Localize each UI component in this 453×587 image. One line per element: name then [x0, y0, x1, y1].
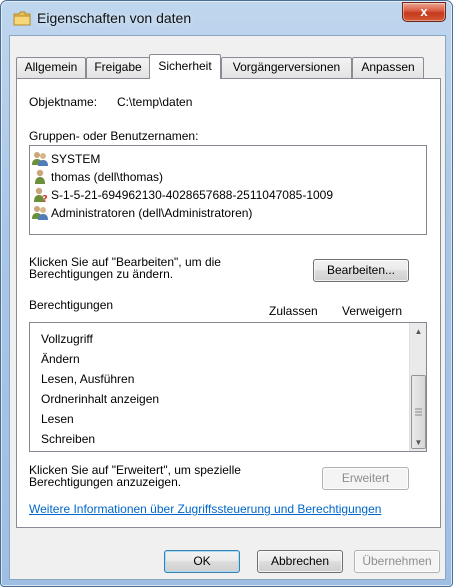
advanced-hint-line2: Berechtigungen anzuzeigen. — [29, 475, 182, 489]
user-name: Administratoren (dell\Administratoren) — [51, 206, 253, 220]
scroll-up-icon[interactable]: ▲ — [410, 323, 427, 340]
permission-row: Ordnerinhalt anzeigen — [41, 392, 160, 406]
cancel-button[interactable]: Abbrechen — [257, 550, 343, 573]
properties-window: Eigenschaften von daten x Allgemein Frei… — [0, 0, 453, 587]
tab-strip: Allgemein Freigabe Sicherheit Vorgängerv… — [16, 54, 441, 79]
tab-anpassen[interactable]: Anpassen — [352, 57, 424, 78]
tab-label: Vorgängerversionen — [232, 60, 341, 74]
window-title: Eigenschaften von daten — [37, 10, 192, 26]
edit-hint-line2: Berechtigungen zu ändern. — [29, 267, 174, 281]
permission-row: Schreiben — [41, 432, 96, 446]
edit-button[interactable]: Bearbeiten... — [313, 259, 409, 282]
user-icon — [35, 169, 45, 184]
tab-allgemein[interactable]: Allgemein — [16, 57, 86, 78]
ok-button-label: OK — [193, 554, 211, 568]
allow-column-header: Zulassen — [269, 304, 318, 318]
permissions-label: Berechtigungen — [29, 298, 114, 312]
cancel-button-label: Abbrechen — [270, 554, 330, 568]
user-name: S-1-5-21-694962130-4028657688-2511047085… — [51, 188, 334, 202]
advanced-button[interactable]: Erweitert — [322, 467, 409, 490]
object-name-label: Objektname: — [29, 95, 98, 109]
security-panel: Objektname: C:\temp\daten Gruppen- oder … — [16, 78, 441, 528]
tab-vorgaengerversionen[interactable]: Vorgängerversionen — [221, 57, 352, 78]
tab-sicherheit[interactable]: Sicherheit — [149, 54, 221, 79]
permissions-list[interactable]: Vollzugriff Ändern Lesen, Ausführen Ordn… — [29, 322, 427, 452]
folder-icon — [13, 11, 31, 26]
info-link[interactable]: Weitere Informationen über Zugriffssteue… — [29, 502, 381, 516]
users-list[interactable]: SYSTEM thomas (dell\thomas) ? S-1-5-21-6… — [29, 145, 427, 235]
groups-label: Gruppen- oder Benutzernamen: — [29, 129, 199, 143]
ok-button[interactable]: OK — [164, 550, 240, 573]
tab-freigabe[interactable]: Freigabe — [86, 57, 150, 78]
svg-text:?: ? — [42, 194, 48, 203]
close-icon: x — [420, 4, 428, 19]
permission-row: Lesen — [41, 412, 74, 426]
apply-button[interactable]: Übernehmen — [354, 550, 440, 573]
tab-label: Freigabe — [94, 60, 142, 74]
group-icon — [32, 206, 48, 220]
edit-button-label: Bearbeiten... — [326, 263, 396, 277]
tab-label: Allgemein — [24, 60, 78, 74]
advanced-button-label: Erweitert — [341, 471, 390, 485]
close-button[interactable]: x — [402, 2, 446, 22]
user-name: thomas (dell\thomas) — [51, 170, 164, 184]
object-name-value: C:\temp\daten — [117, 95, 193, 109]
unknown-user-icon: ? — [34, 187, 48, 203]
scroll-down-icon[interactable]: ▼ — [410, 434, 427, 451]
group-icon — [32, 152, 48, 166]
apply-button-label: Übernehmen — [362, 554, 432, 568]
tab-label: Anpassen — [361, 60, 415, 74]
permission-row: Lesen, Ausführen — [41, 372, 135, 386]
tab-label: Sicherheit — [158, 59, 212, 73]
user-name: SYSTEM — [51, 152, 101, 166]
permission-row: Vollzugriff — [41, 332, 93, 346]
permission-row: Ändern — [41, 352, 80, 366]
dialog-content: Allgemein Freigabe Sicherheit Vorgängerv… — [9, 35, 446, 580]
permissions-scrollbar[interactable]: ▲ ▼ — [409, 323, 426, 451]
title-bar[interactable]: Eigenschaften von daten x — [1, 1, 452, 35]
deny-column-header: Verweigern — [342, 304, 403, 318]
